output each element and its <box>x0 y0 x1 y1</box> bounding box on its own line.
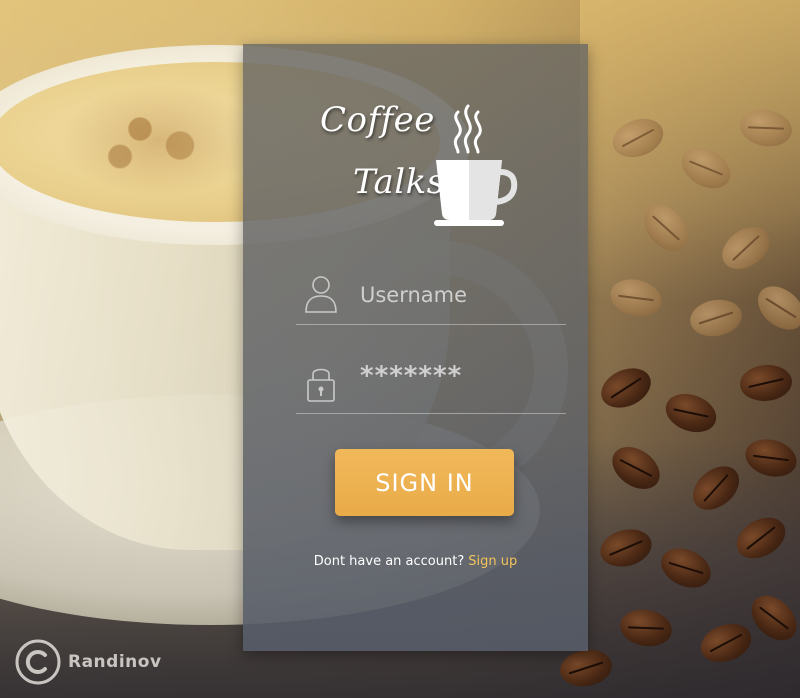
user-icon <box>305 276 337 313</box>
password-field: ******* <box>296 355 566 414</box>
coffee-cup-icon <box>434 104 518 226</box>
watermark: Randinov <box>14 636 162 688</box>
watermark-text: Randinov <box>68 652 162 672</box>
sign-in-button[interactable]: SIGN IN <box>335 449 514 516</box>
username-input[interactable] <box>360 276 560 314</box>
logo-text-coffee: Coffee <box>320 100 435 140</box>
sign-up-link[interactable]: Sign up <box>468 554 517 569</box>
lock-icon <box>307 368 335 402</box>
username-field <box>296 266 566 325</box>
cinnamon-sprinkle <box>60 85 260 195</box>
copyright-icon <box>15 639 61 685</box>
password-input[interactable]: ******* <box>360 361 560 399</box>
account-prompt-text: Dont have an account? <box>313 554 465 569</box>
login-panel: Coffee Talks ******* SIGN IN Dont have <box>243 44 588 651</box>
app-logo: Coffee Talks <box>243 44 588 244</box>
signup-prompt: Dont have an account? Sign up <box>243 554 588 569</box>
